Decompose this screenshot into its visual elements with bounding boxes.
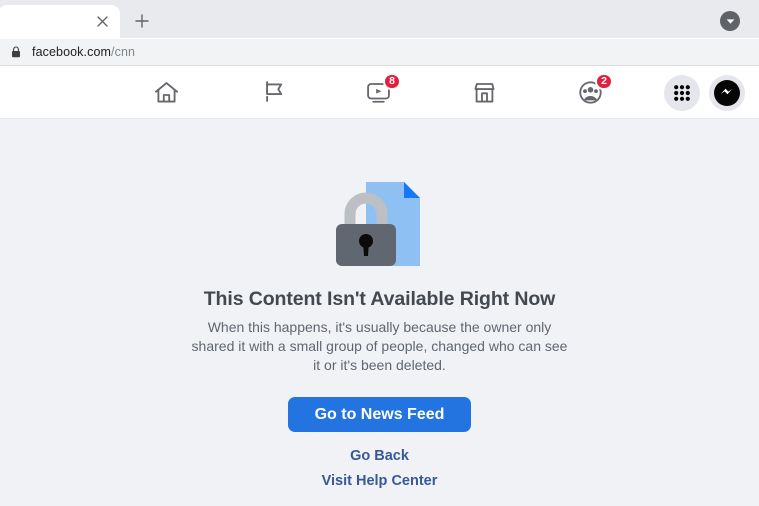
url-host: facebook.com — [32, 44, 112, 59]
close-icon[interactable] — [94, 14, 110, 30]
flag-icon — [259, 79, 286, 106]
status-badge: 2 — [595, 72, 613, 90]
main-content: This Content Isn't Available Right Now W… — [0, 119, 759, 506]
sidebar-item-marketplace[interactable] — [451, 71, 517, 115]
home-icon — [153, 79, 180, 106]
grid-menu-icon[interactable] — [664, 74, 700, 111]
sidebar-item-groups[interactable]: 2 — [557, 71, 623, 115]
url-text: facebook.com/cnn — [32, 45, 135, 59]
sidebar-item-home[interactable] — [133, 71, 199, 115]
page-description: When this happens, it's usually because … — [191, 319, 568, 373]
url-path: /cnn — [111, 44, 136, 59]
sidebar-item-pages[interactable] — [239, 71, 305, 115]
go-back-link[interactable]: Go Back — [350, 448, 409, 464]
page-title: This Content Isn't Available Right Now — [203, 288, 556, 310]
messenger-icon[interactable] — [709, 74, 745, 111]
lock-icon — [10, 45, 22, 59]
nav-tabs: 8 2 — [133, 66, 623, 119]
plus-icon[interactable] — [128, 7, 156, 35]
browser-tab[interactable] — [0, 5, 120, 38]
facebook-navigation-bar: 8 2 — [0, 66, 759, 119]
browser-window: facebook.com/cnn 8 2 This Content Isn't … — [0, 0, 759, 506]
go-to-news-feed-button[interactable]: Go to News Feed — [288, 397, 471, 432]
tab-strip — [0, 0, 759, 38]
address-bar-row: facebook.com/cnn — [0, 38, 759, 66]
visit-help-center-link[interactable]: Visit Help Center — [322, 473, 438, 489]
status-badge: 8 — [383, 72, 401, 90]
sidebar-item-watch[interactable]: 8 — [345, 71, 411, 115]
locked-document-illustration — [332, 176, 428, 272]
nav-right-buttons — [664, 66, 745, 119]
chevron-down-icon[interactable] — [720, 11, 740, 31]
address-bar[interactable]: facebook.com/cnn — [0, 38, 759, 65]
marketplace-icon — [471, 79, 498, 106]
